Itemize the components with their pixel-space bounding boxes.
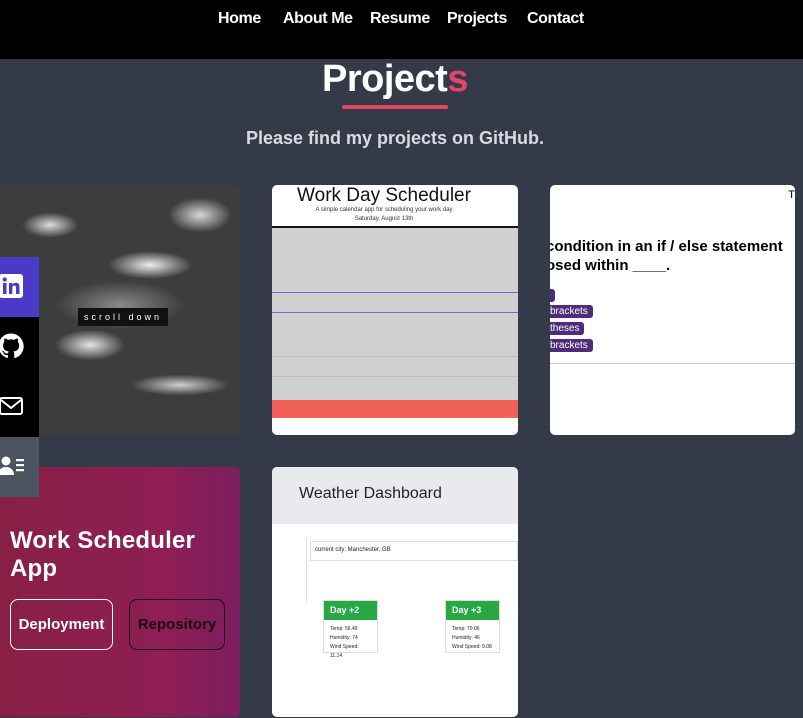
scheduler-time-blocks <box>272 228 518 400</box>
linkedin-link[interactable] <box>0 257 39 317</box>
email-link[interactable] <box>0 377 39 437</box>
section-title-main: Project <box>322 58 448 100</box>
mail-icon <box>0 397 23 415</box>
forecast-humidity: Humidity: 74 <box>330 635 358 641</box>
section-title: Projects <box>0 58 790 101</box>
time-block-line <box>272 356 518 357</box>
forecast-wind: Wind Speed: 11.14 <box>330 644 359 659</box>
nav-resume[interactable]: Resume <box>370 10 430 28</box>
time-block-line <box>272 312 518 313</box>
weather-city: current city: Manchester, GB <box>310 541 518 561</box>
social-sidebar <box>0 257 39 497</box>
project-card-info: Work Scheduler App Deployment Repository <box>0 467 240 717</box>
nav-about-me[interactable]: About Me <box>283 10 353 28</box>
scheduler-title: Work Day Scheduler <box>297 185 471 206</box>
quiz-question: condition in an if / else statement osed… <box>550 237 783 275</box>
quiz-question-line: osed within ____. <box>550 257 671 274</box>
weather-title: Weather Dashboard <box>299 485 442 502</box>
github-link[interactable] <box>0 317 39 377</box>
nav-home[interactable]: Home <box>218 10 261 28</box>
scheduler-current-hour <box>272 400 518 418</box>
scroll-down-tag: scroll down <box>78 308 169 326</box>
section-subtitle: Please find my projects on GitHub. <box>245 128 545 148</box>
linkedin-icon <box>0 274 23 298</box>
project-card-quiz[interactable]: T condition in an if / else statement os… <box>550 185 795 435</box>
time-block-line <box>272 376 518 377</box>
project-card-weather[interactable]: Weather Dashboard current city: Manchest… <box>272 467 518 717</box>
project-card-scheduler[interactable]: Work Day Scheduler A simple calendar app… <box>272 185 518 435</box>
nav-contact[interactable]: Contact <box>527 10 584 28</box>
quiz-option: theses <box>550 322 585 335</box>
nav-projects[interactable]: Projects <box>447 10 507 28</box>
scheduler-date: Saturday, August 13th <box>354 216 414 222</box>
repository-button[interactable]: Repository <box>129 599 225 650</box>
forecast-day: Day +2 Temp: 56.49 Humidity: 74 Wind Spe… <box>323 600 378 659</box>
forecast-temp: Temp: 70.06 <box>452 626 480 632</box>
scheduler-subtitle: A simple calendar app for scheduling you… <box>315 207 453 213</box>
github-icon <box>0 333 24 359</box>
forecast-day: Day +3 Temp: 70.06 Humidity: 46 Wind Spe… <box>445 600 500 653</box>
quiz-divider <box>550 363 795 364</box>
weather-header: Weather Dashboard <box>272 467 518 524</box>
resume-link[interactable] <box>0 437 39 497</box>
quiz-option: brackets <box>550 305 593 318</box>
forecast-humidity: Humidity: 46 <box>452 635 480 641</box>
project-title: Work Scheduler App <box>10 527 196 582</box>
quiz-corner-text: T <box>788 189 795 201</box>
forecast-day-body: Temp: 56.49 Humidity: 74 Wind Speed: 11.… <box>324 620 377 666</box>
quiz-option: brackets <box>550 339 593 352</box>
forecast-temp: Temp: 56.49 <box>330 626 358 632</box>
deployment-button[interactable]: Deployment <box>10 599 113 650</box>
forecast-day-label: Day +2 <box>324 601 377 620</box>
top-navbar: Home About Me Resume Projects Contact <box>0 0 803 59</box>
forecast-wind: Wind Speed: 9.08 <box>452 644 492 650</box>
forecast-day-body: Temp: 70.06 Humidity: 46 Wind Speed: 9.0… <box>446 620 499 657</box>
title-underline <box>342 105 448 109</box>
forecast-day-label: Day +3 <box>446 601 499 620</box>
contact-card-icon <box>0 456 24 475</box>
quiz-option <box>550 289 555 302</box>
section-title-accent: s <box>447 58 468 100</box>
quiz-question-line: condition in an if / else statement <box>550 238 783 255</box>
time-block-line <box>272 292 518 293</box>
